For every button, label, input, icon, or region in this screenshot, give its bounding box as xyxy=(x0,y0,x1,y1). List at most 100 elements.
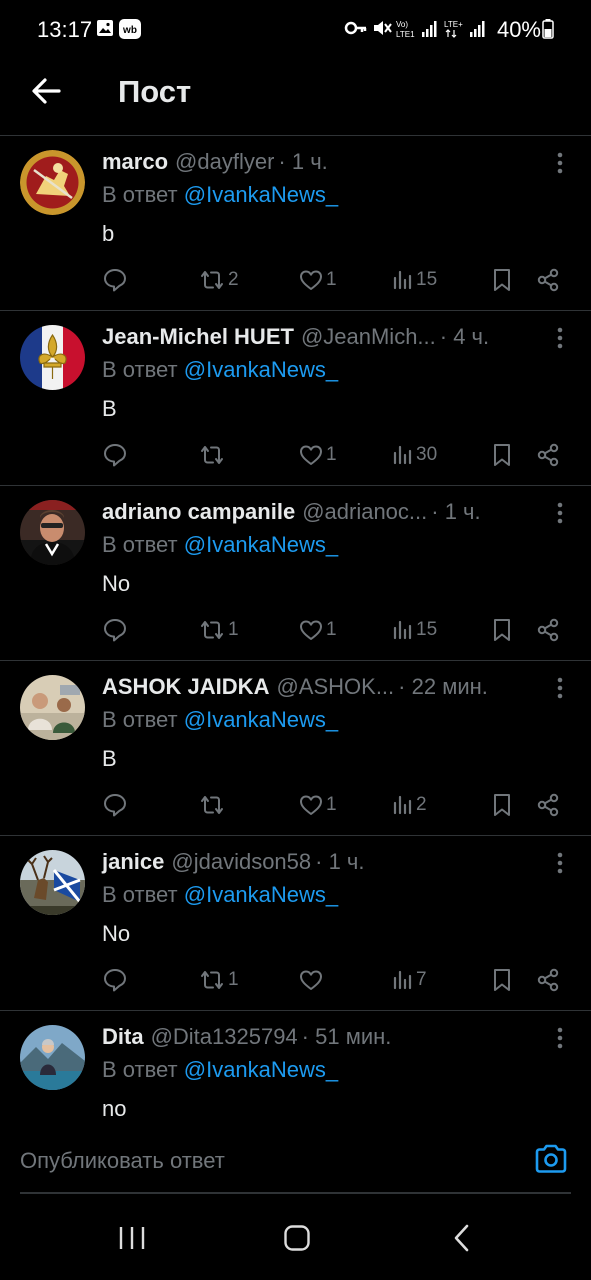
views-button[interactable]: 7 xyxy=(392,965,427,995)
st-george-icon[interactable] xyxy=(20,150,85,215)
share-icon xyxy=(537,268,559,292)
camera-icon[interactable] xyxy=(534,1143,568,1175)
action-bar: 1 1 15 xyxy=(102,615,564,645)
recent-apps-icon[interactable] xyxy=(118,1224,146,1252)
reply-item-0[interactable]: marco @dayflyer · 1 ч. В ответ @IvankaNe… xyxy=(0,136,591,311)
user-name[interactable]: janice xyxy=(102,849,164,875)
more-options-icon[interactable] xyxy=(557,327,563,349)
reply-to-mention[interactable]: @IvankaNews_ xyxy=(184,532,338,557)
views-button[interactable]: 15 xyxy=(392,615,437,645)
user-name[interactable]: Dita xyxy=(102,1024,144,1050)
like-button[interactable] xyxy=(298,965,326,995)
like-button[interactable]: 1 xyxy=(298,440,337,470)
comment-icon xyxy=(104,269,126,292)
retweet-count: 1 xyxy=(228,619,239,640)
retweet-icon xyxy=(201,796,223,814)
views-button[interactable]: 15 xyxy=(392,265,437,295)
reply-text: B xyxy=(102,746,117,771)
person-photo[interactable] xyxy=(20,500,85,565)
heart-icon xyxy=(300,795,322,815)
reply-item-2[interactable]: adriano campanile @adrianoc... · 1 ч. В … xyxy=(0,486,591,661)
reply-header: Jean-Michel HUET @JeanMich... · 4 ч. xyxy=(102,322,531,352)
signal-lte-icon: LTE+ xyxy=(444,20,485,38)
user-handle[interactable]: @ASHOK... xyxy=(276,674,394,700)
reply-button[interactable] xyxy=(102,965,128,995)
user-handle[interactable]: @JeanMich... xyxy=(301,324,436,350)
share-button[interactable] xyxy=(535,615,561,645)
heart-icon xyxy=(300,270,322,290)
reply-to-prefix: В ответ xyxy=(102,182,184,207)
fleur-de-lis-icon[interactable] xyxy=(20,325,85,390)
comment-icon xyxy=(104,444,126,467)
reply-to-line: В ответ @IvankaNews_ xyxy=(102,882,338,908)
more-options-icon[interactable] xyxy=(557,502,563,524)
user-name[interactable]: Jean-Michel HUET xyxy=(102,324,294,350)
user-name[interactable]: ASHOK JAIDKA xyxy=(102,674,269,700)
reply-header: janice @jdavidson58 · 1 ч. xyxy=(102,847,531,877)
bookmark-button[interactable] xyxy=(490,965,514,995)
home-icon[interactable] xyxy=(283,1224,311,1252)
more-options-icon[interactable] xyxy=(557,1027,563,1049)
landscape-photo[interactable] xyxy=(20,1025,85,1090)
retweet-button[interactable] xyxy=(198,790,228,820)
like-button[interactable]: 1 xyxy=(298,265,337,295)
retweet-count: 1 xyxy=(228,969,239,990)
reply-to-mention[interactable]: @IvankaNews_ xyxy=(184,707,338,732)
reply-button[interactable] xyxy=(102,265,128,295)
retweet-button[interactable] xyxy=(198,440,228,470)
back-arrow-icon[interactable] xyxy=(28,74,68,108)
mute-icon xyxy=(374,21,392,35)
retweet-icon xyxy=(201,271,223,289)
svg-text:Vo): Vo) xyxy=(396,20,408,29)
like-button[interactable]: 1 xyxy=(298,615,337,645)
user-handle[interactable]: @Dita1325794 xyxy=(151,1024,298,1050)
reply-item-1[interactable]: Jean-Michel HUET @JeanMich... · 4 ч. В о… xyxy=(0,311,591,486)
comment-icon xyxy=(104,619,126,642)
share-button[interactable] xyxy=(535,265,561,295)
status-bar: 13:17 wb Vo) LTE1 LTE+ 40% xyxy=(0,0,591,60)
stag-flag-photo[interactable] xyxy=(20,850,85,915)
retweet-icon xyxy=(201,621,223,639)
user-name[interactable]: adriano campanile xyxy=(102,499,295,525)
bookmark-button[interactable] xyxy=(490,440,514,470)
share-button[interactable] xyxy=(535,440,561,470)
user-handle[interactable]: @dayflyer xyxy=(175,149,274,175)
views-button[interactable]: 2 xyxy=(392,790,427,820)
reply-button[interactable] xyxy=(102,615,128,645)
reply-input[interactable]: Опубликовать ответ xyxy=(20,1148,225,1174)
retweet-button[interactable]: 1 xyxy=(198,615,239,645)
views-count: 15 xyxy=(416,269,438,290)
user-handle[interactable]: @adrianoc... xyxy=(302,499,427,525)
share-button[interactable] xyxy=(535,965,561,995)
retweet-button[interactable]: 1 xyxy=(198,965,239,995)
views-icon xyxy=(393,620,412,640)
reply-item-3[interactable]: ASHOK JAIDKA @ASHOK... · 22 мин. В ответ… xyxy=(0,661,591,836)
group-photo[interactable] xyxy=(20,675,85,740)
views-icon xyxy=(393,270,412,290)
reply-button[interactable] xyxy=(102,440,128,470)
more-options-icon[interactable] xyxy=(557,152,563,174)
views-count: 2 xyxy=(416,794,427,815)
share-button[interactable] xyxy=(535,790,561,820)
reply-item-4[interactable]: janice @jdavidson58 · 1 ч. В ответ @Ivan… xyxy=(0,836,591,1011)
user-handle[interactable]: @jdavidson58 xyxy=(171,849,311,875)
reply-to-mention[interactable]: @IvankaNews_ xyxy=(184,357,338,382)
reply-to-mention[interactable]: @IvankaNews_ xyxy=(184,182,338,207)
bookmark-button[interactable] xyxy=(490,615,514,645)
user-name[interactable]: marco xyxy=(102,149,168,175)
reply-to-mention[interactable]: @IvankaNews_ xyxy=(184,1057,338,1082)
retweet-button[interactable]: 2 xyxy=(198,265,239,295)
views-button[interactable]: 30 xyxy=(392,440,437,470)
more-options-icon[interactable] xyxy=(557,677,563,699)
reply-to-prefix: В ответ xyxy=(102,532,184,557)
views-count: 15 xyxy=(416,619,438,640)
bookmark-button[interactable] xyxy=(490,790,514,820)
bookmark-button[interactable] xyxy=(490,265,514,295)
like-button[interactable]: 1 xyxy=(298,790,337,820)
reply-text: b xyxy=(102,221,115,246)
back-nav-icon[interactable] xyxy=(452,1224,472,1252)
like-count: 1 xyxy=(326,619,337,640)
reply-to-mention[interactable]: @IvankaNews_ xyxy=(184,882,338,907)
more-options-icon[interactable] xyxy=(557,852,563,874)
reply-button[interactable] xyxy=(102,790,128,820)
